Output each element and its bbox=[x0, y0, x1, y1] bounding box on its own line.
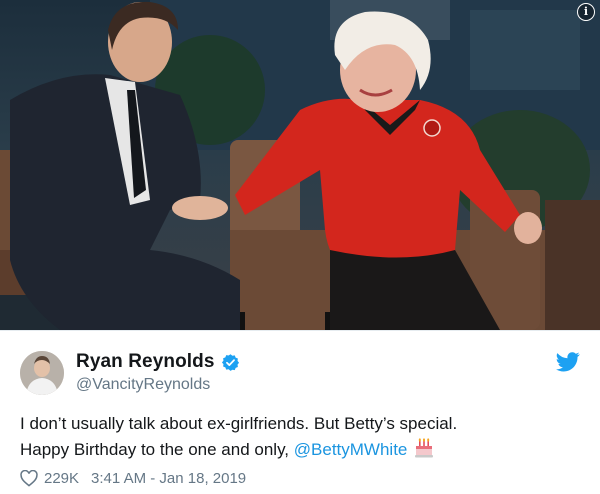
heart-icon[interactable] bbox=[20, 470, 38, 487]
display-name[interactable]: Ryan Reynolds bbox=[76, 351, 215, 373]
tweet-photo[interactable]: i bbox=[0, 0, 600, 330]
mention-link[interactable]: @BettyMWhite bbox=[294, 440, 408, 459]
tweet-text-line-2: Happy Birthday to the one and only, @Bet… bbox=[20, 437, 585, 463]
birthday-cake-emoji bbox=[415, 438, 434, 458]
tweet-timestamp[interactable]: 3:41 AM - Jan 18, 2019 bbox=[91, 470, 246, 487]
twitter-bird-icon[interactable] bbox=[556, 351, 580, 373]
user-handle[interactable]: @VancityReynolds bbox=[76, 376, 210, 394]
verified-badge-icon bbox=[221, 353, 239, 371]
info-icon[interactable]: i bbox=[577, 3, 595, 21]
like-count[interactable]: 229K bbox=[44, 470, 79, 487]
photo-scene bbox=[0, 0, 600, 330]
avatar-image bbox=[20, 351, 64, 395]
author-name-row[interactable]: Ryan Reynolds bbox=[76, 351, 240, 373]
tweet-card: Ryan Reynolds @VancityReynolds I don’t u… bbox=[0, 330, 600, 494]
tweet-text: I don’t usually talk about ex-girlfriend… bbox=[20, 411, 585, 463]
tweet-text-line-1: I don’t usually talk about ex-girlfriend… bbox=[20, 414, 458, 433]
tweet-text-line-2-prefix: Happy Birthday to the one and only, bbox=[20, 440, 294, 459]
avatar[interactable] bbox=[20, 351, 64, 395]
tweet-meta: 229K 3:41 AM - Jan 18, 2019 bbox=[20, 470, 246, 487]
